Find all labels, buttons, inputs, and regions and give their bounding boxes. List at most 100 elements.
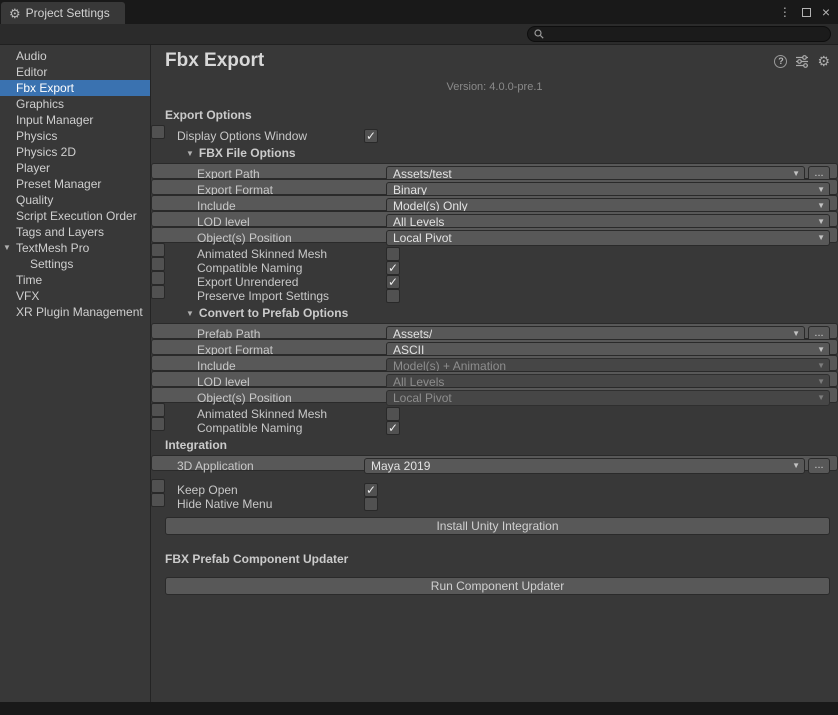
row-export-format: Export FormatASCII▼ [151,339,838,355]
row-object-s-position: Object(s) PositionLocal Pivot▼ [151,227,838,243]
header-icons: ? ⚙ [774,54,830,68]
sidebar-item-fbx-export[interactable]: Fbx Export [0,80,150,96]
sidebar-item-input-manager[interactable]: Input Manager [0,112,150,128]
section-header: FBX Prefab Component Updater [151,549,838,569]
sidebar-item-physics-2d[interactable]: Physics 2D [0,144,150,160]
chevron-down-icon: ▼ [186,149,194,158]
checkmark-icon: ✓ [388,261,398,275]
sidebar-item-settings[interactable]: Settings [0,256,150,272]
keep-open-checkbox[interactable]: ✓ [364,483,378,497]
preset-sliders-icon[interactable] [795,55,809,68]
row-run-component-updater: Run Component Updater [151,577,838,597]
window-menu-icon[interactable]: ⋮ [779,5,791,19]
sidebar-item-textmesh-pro[interactable]: ▼ TextMesh Pro [0,240,150,256]
sidebar-item-label: Input Manager [16,113,93,127]
sidebar-item-audio[interactable]: Audio [0,48,150,64]
search-input[interactable] [527,26,831,42]
sidebar-item-time[interactable]: Time [0,272,150,288]
install-unity-integration-button[interactable]: Install Unity Integration [165,517,830,535]
row-fbx-file-options: ▼FBX File Options [151,143,838,163]
row-animated-skinned-mesh: Animated Skinned Mesh [151,243,165,257]
checkmark-icon: ✓ [388,421,398,435]
row-3d-application: 3D ApplicationMaya 2019▼... [151,455,838,471]
sidebar-item-label: VFX [16,289,39,303]
main-panel: Fbx Export ? ⚙ Version: 4.0.0-pre.1 Expo… [151,45,838,702]
row-integration: Integration [151,435,838,455]
sidebar-item-label: Settings [30,257,73,271]
gear-icon[interactable]: ⚙ [817,54,830,68]
row-install-unity-integration: Install Unity Integration [151,517,838,537]
dropdown-value: Local Pivot [393,231,452,245]
sidebar-item-label: Graphics [16,97,64,111]
sidebar-item-label: Tags and Layers [16,225,104,239]
sidebar-item-label: Script Execution Order [16,209,137,223]
compatible-naming-checkbox[interactable]: ✓ [386,261,400,275]
dropdown-value: Local Pivot [393,391,452,405]
dropdown-value: Maya 2019 [371,459,430,473]
row-convert-to-prefab-options: ▼Convert to Prefab Options [151,303,838,323]
window-controls: ⋮ × [779,0,830,24]
sidebar-item-editor[interactable]: Editor [0,64,150,80]
dropdown-arrow-icon: ▼ [817,345,825,354]
sidebar-item-vfx[interactable]: VFX [0,288,150,304]
compatible-naming-checkbox[interactable]: ✓ [386,421,400,435]
version-label: Version: 4.0.0-pre.1 [151,81,838,93]
3d-application-browse-button[interactable]: ... [808,458,830,474]
titlebar: ⚙ Project Settings ⋮ × [0,0,838,24]
sidebar: AudioEditorFbx ExportGraphics Input Manag… [0,45,151,702]
animated-skinned-mesh-checkbox[interactable] [386,247,400,261]
sidebar-item-label: Time [16,273,42,287]
page-title: Fbx Export [165,50,264,72]
row-object-s-position: Object(s) PositionLocal Pivot▼ [151,387,838,403]
window-close-icon[interactable]: × [822,5,830,19]
row-compatible-naming: Compatible Naming✓ [151,417,165,431]
field-control: Local Pivot ▼ [386,230,830,246]
chevron-down-icon[interactable]: ▼ [3,240,11,256]
hide-native-menu-checkbox[interactable] [364,497,378,511]
object-s-position-dropdown[interactable]: Local Pivot ▼ [386,230,830,246]
window-footer [0,702,838,715]
preserve-import-settings-checkbox[interactable] [386,289,400,303]
tab-label: Project Settings [26,6,110,20]
sidebar-item-graphics[interactable]: Graphics [0,96,150,112]
foldout-convert-to-prefab-options[interactable]: ▼Convert to Prefab Options [151,303,838,323]
sidebar-item-label: XR Plugin Management [16,305,143,319]
sidebar-item-label: Physics 2D [16,145,76,159]
settings-rows: Export OptionsDisplay Options Window✓▼FB… [151,105,838,597]
run-component-updater-button[interactable]: Run Component Updater [165,577,830,595]
help-icon[interactable]: ? [774,55,787,68]
row-compatible-naming: Compatible Naming✓ [151,257,165,271]
row-include: IncludeModel(s) Only▼ [151,195,838,211]
dropdown-arrow-icon: ▼ [817,233,825,242]
dropdown-arrow-icon: ▼ [817,217,825,226]
sidebar-item-script-execution-order[interactable]: Script Execution Order [0,208,150,224]
sidebar-item-label: TextMesh Pro [16,241,89,255]
sidebar-item-physics[interactable]: Physics [0,128,150,144]
row-lod-level: LOD levelAll Levels▼ [151,371,838,387]
sidebar-item-quality[interactable]: Quality [0,192,150,208]
sidebar-item-xr-plugin-management[interactable]: XR Plugin Management [0,304,150,320]
dropdown-arrow-icon: ▼ [792,169,800,178]
3d-application-dropdown[interactable]: Maya 2019▼ [364,458,805,474]
window-maximize-icon[interactable] [802,8,811,17]
animated-skinned-mesh-checkbox[interactable] [386,407,400,421]
sidebar-item-preset-manager[interactable]: Preset Manager [0,176,150,192]
sidebar-item-label: Preset Manager [16,177,101,191]
dropdown-arrow-icon: ▼ [817,377,825,386]
tab-project-settings[interactable]: ⚙ Project Settings [1,2,125,24]
row-export-format: Export FormatBinary▼ [151,179,838,195]
sidebar-item-tags-and-layers[interactable]: Tags and Layers [0,224,150,240]
export-unrendered-checkbox[interactable]: ✓ [386,275,400,289]
dropdown-arrow-icon: ▼ [817,201,825,210]
checkmark-icon: ✓ [366,129,376,143]
row-include: IncludeModel(s) + Animation▼ [151,355,838,371]
display-options-window-checkbox[interactable]: ✓ [364,129,378,143]
field-label: Hide Native Menu [177,494,272,514]
row-animated-skinned-mesh: Animated Skinned Mesh [151,403,165,417]
foldout-fbx-file-options[interactable]: ▼FBX File Options [151,143,838,163]
dropdown-arrow-icon: ▼ [817,361,825,370]
section-header: Integration [151,435,838,455]
chevron-down-icon: ▼ [186,309,194,318]
row-export-path: Export PathAssets/test▼... [151,163,838,179]
sidebar-item-player[interactable]: Player [0,160,150,176]
